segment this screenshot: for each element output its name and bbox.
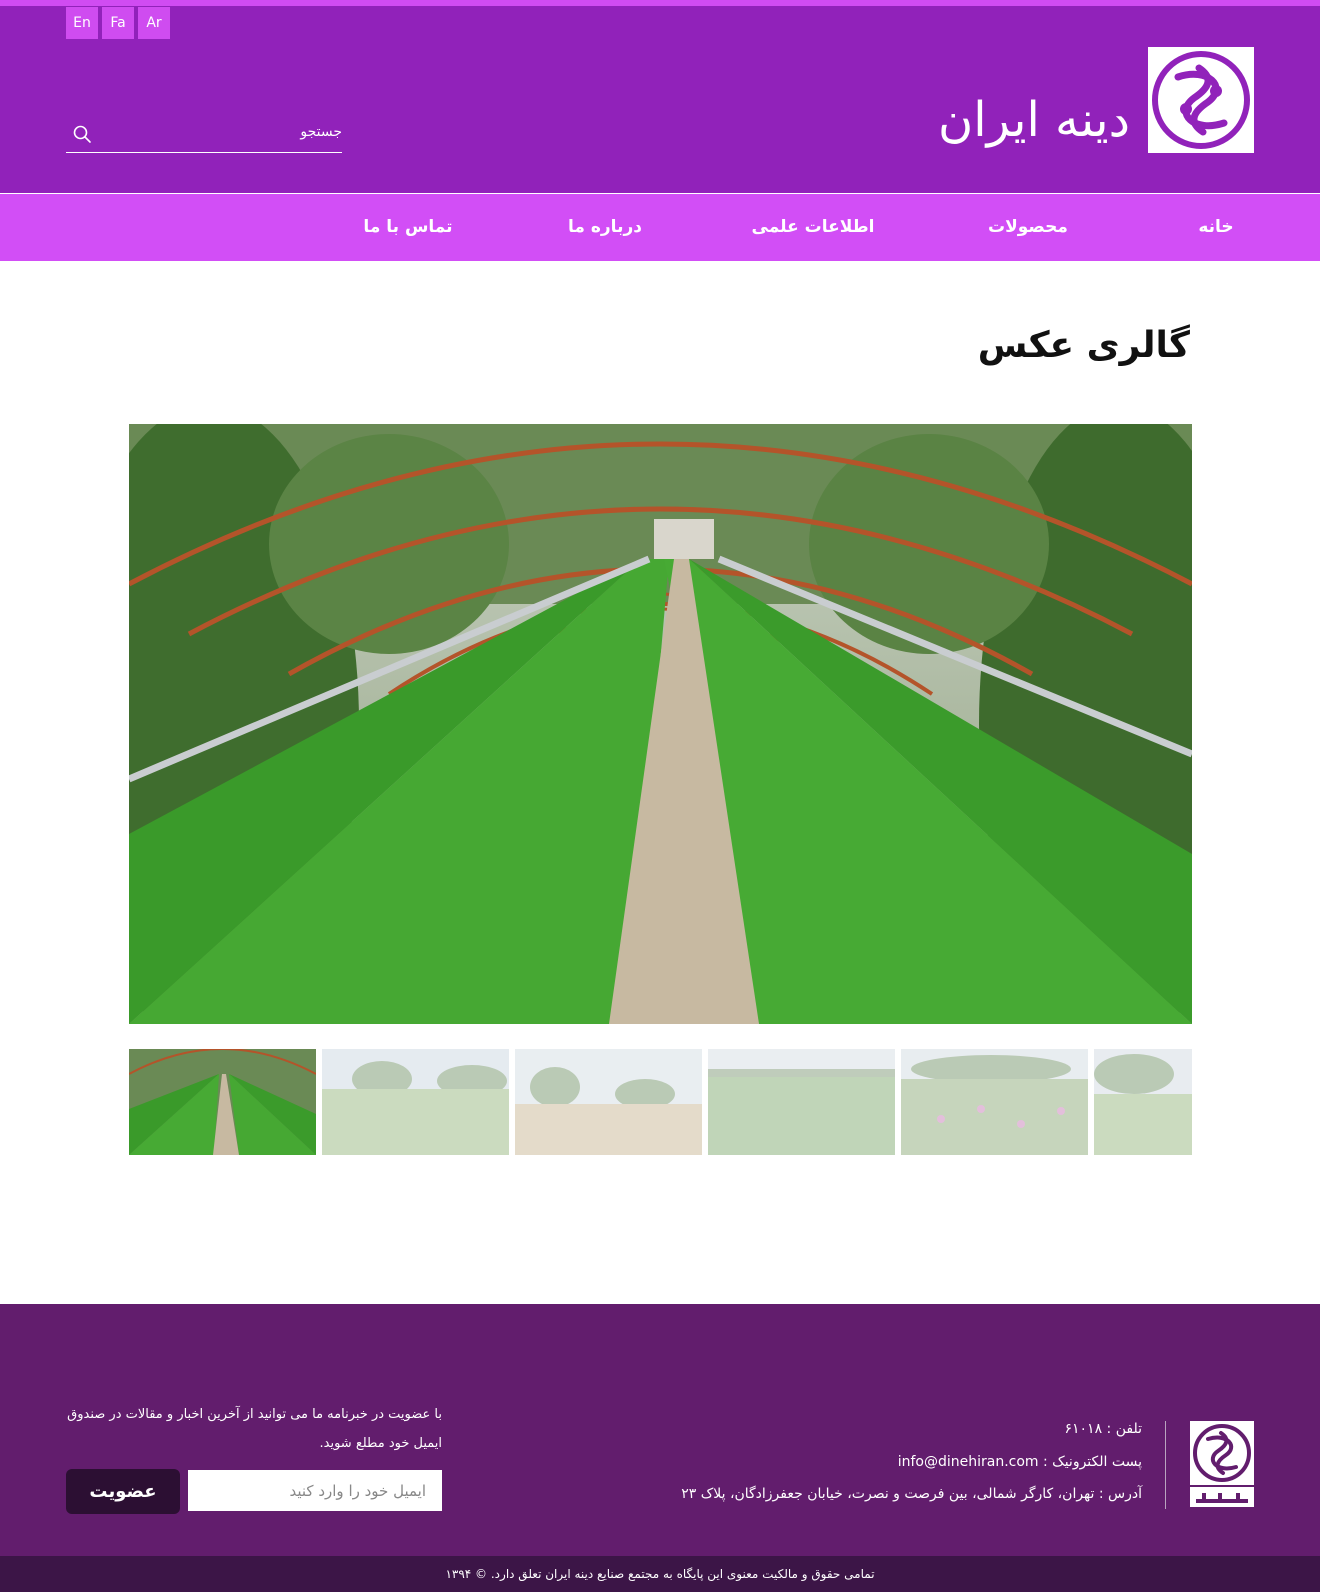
nav-item-contact[interactable]: تماس با ما xyxy=(363,194,452,261)
nav-item-products[interactable]: محصولات xyxy=(988,194,1068,261)
search-icon[interactable] xyxy=(72,124,92,144)
site-header: En Fa Ar دینه ایران xyxy=(0,6,1320,193)
subscribe-button[interactable]: عضویت xyxy=(66,1469,180,1514)
footer-logo-icon xyxy=(1190,1421,1254,1507)
gallery-thumbnail[interactable] xyxy=(1094,1049,1192,1155)
lang-en-button[interactable]: En xyxy=(66,7,98,39)
gallery-thumbnail[interactable] xyxy=(708,1049,895,1155)
newsletter-email-input[interactable] xyxy=(188,1470,442,1511)
lang-ar-button[interactable]: Ar xyxy=(138,7,170,39)
gallery-thumbnail[interactable] xyxy=(322,1049,509,1155)
lang-fa-button[interactable]: Fa xyxy=(102,7,134,39)
footer-logo[interactable] xyxy=(1190,1421,1254,1507)
gallery-thumbnail[interactable] xyxy=(901,1049,1088,1155)
footer-address: آدرس : تهران، کارگر شمالی، بین فرصت و نص… xyxy=(681,1486,1142,1502)
search-box xyxy=(66,114,342,153)
gallery-thumbnail[interactable] xyxy=(129,1049,316,1155)
newsletter-description: با عضویت در خبرنامه ما می توانید از آخری… xyxy=(67,1407,442,1451)
gallery-thumbnails xyxy=(129,1049,1192,1155)
copyright-text: تمامی حقوق و مالکیت معنوی این پایگاه به … xyxy=(0,1556,1320,1592)
page-title: گالری عکس xyxy=(977,325,1190,366)
footer-phone: تلفن : ۶۱۰۱۸ xyxy=(1064,1421,1143,1437)
nav-item-home[interactable]: خانه xyxy=(1198,194,1233,261)
main-nav: خانه محصولات اطلاعات علمی درباره ما تماس… xyxy=(0,194,1320,261)
logo-emblem-icon xyxy=(1152,51,1250,149)
gallery-main-image[interactable] xyxy=(129,424,1192,1024)
search-input[interactable] xyxy=(122,120,342,144)
nav-item-scientific-info[interactable]: اطلاعات علمی xyxy=(752,194,875,261)
footer-email[interactable]: پست الکترونیک : info@dinehiran.com xyxy=(898,1454,1142,1470)
gallery-thumbnail[interactable] xyxy=(515,1049,702,1155)
footer-divider xyxy=(1165,1421,1166,1509)
site-logo-text[interactable]: دینه ایران xyxy=(850,88,1130,152)
site-logo[interactable] xyxy=(1148,47,1254,153)
nav-item-about[interactable]: درباره ما xyxy=(568,194,642,261)
